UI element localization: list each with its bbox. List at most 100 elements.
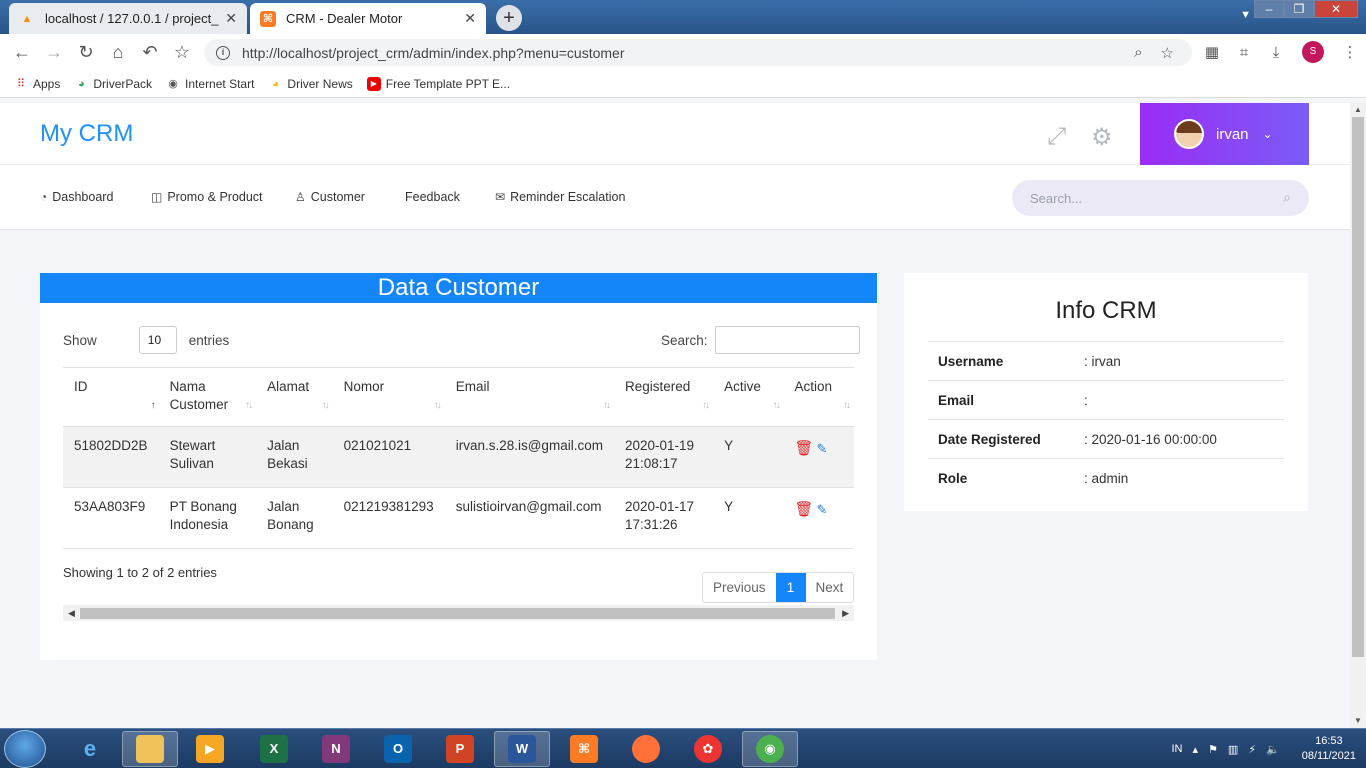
- address-bar[interactable]: i http://localhost/project_crm/admin/ind…: [204, 39, 1192, 66]
- nav-feedback[interactable]: Feedback: [405, 190, 460, 204]
- menu-icon[interactable]: ⋮: [1334, 43, 1366, 61]
- taskbar-outlook[interactable]: O: [370, 731, 426, 767]
- scrollbar-thumb[interactable]: [80, 608, 835, 619]
- new-tab-button[interactable]: +: [496, 5, 522, 31]
- taskbar-app[interactable]: ✿: [680, 731, 736, 767]
- outlook-icon: O: [384, 735, 412, 763]
- reload-icon[interactable]: ↻: [70, 42, 102, 63]
- taskbar-excel[interactable]: X: [246, 731, 302, 767]
- taskbar-chrome[interactable]: ◉: [742, 731, 798, 767]
- col-email[interactable]: Email ↑↓: [444, 367, 614, 427]
- scroll-right-icon[interactable]: ▶: [842, 605, 849, 621]
- undo-icon[interactable]: ↶: [134, 42, 166, 63]
- fullscreen-icon[interactable]: ⤢: [1047, 123, 1066, 151]
- col-action[interactable]: Action ↑↓: [783, 367, 854, 427]
- taskbar: e ▶ X N O P W ⌘ ✿ ◉ IN ▴ ⚑ ▥ ⚡ 🔈 16:53 0…: [0, 728, 1366, 768]
- taskbar-ie[interactable]: e: [62, 731, 118, 767]
- vertical-scrollbar[interactable]: ▲ ▼: [1350, 103, 1366, 728]
- tab-crm-dealer-motor[interactable]: ⌘ CRM - Dealer Motor ✕: [250, 3, 486, 34]
- col-active[interactable]: Active ↑↓: [713, 367, 784, 427]
- taskbar-powerpoint[interactable]: P: [432, 731, 488, 767]
- bookmark-internet-start[interactable]: ◉ Internet Start: [166, 77, 254, 91]
- tab-title: localhost / 127.0.0.1 / project_crm: [45, 11, 219, 26]
- home-icon[interactable]: ⌂: [102, 42, 134, 63]
- trash-icon[interactable]: 🗑: [794, 440, 813, 458]
- page-1-button[interactable]: 1: [775, 573, 806, 602]
- scrollbar-thumb[interactable]: [1352, 117, 1364, 657]
- cell-registered: 2020-01-17 17:31:26: [613, 487, 714, 549]
- taskbar-word[interactable]: W: [494, 731, 550, 767]
- edit-icon[interactable]: ✎: [817, 440, 828, 458]
- nav-dashboard[interactable]: ◔ Dashboard: [40, 190, 113, 204]
- col-alamat[interactable]: Alamat ↑↓: [256, 367, 333, 427]
- col-registered[interactable]: Registered ↑↓: [613, 367, 714, 427]
- col-nama-customer[interactable]: Nama Customer ↑↓: [158, 367, 257, 427]
- edit-icon[interactable]: ✎: [817, 501, 828, 519]
- clock[interactable]: 16:53 08/11/2021: [1302, 734, 1356, 764]
- bookmark-apps[interactable]: ⠿ Apps: [14, 77, 60, 91]
- gear-icon[interactable]: ⚙: [1091, 123, 1113, 152]
- minimize-button[interactable]: ‒: [1254, 0, 1284, 18]
- window-close-button[interactable]: ✕: [1314, 0, 1358, 18]
- sort-icon: ↑↓: [772, 400, 780, 411]
- previous-button[interactable]: Previous: [703, 573, 776, 602]
- show-hidden-icons-icon[interactable]: ▴: [1193, 743, 1199, 756]
- network-icon[interactable]: ▥: [1228, 743, 1238, 756]
- taskbar-media[interactable]: ▶: [182, 731, 238, 767]
- language-indicator[interactable]: IN: [1172, 743, 1183, 755]
- taskbar-xampp[interactable]: ⌘: [556, 731, 612, 767]
- site-info-icon[interactable]: i: [216, 45, 230, 60]
- entries-select[interactable]: 10: [138, 326, 177, 354]
- nav-promo-product[interactable]: ◫ Promo & Product: [151, 190, 263, 204]
- download-icon[interactable]: ⤓: [1260, 44, 1292, 61]
- nav-reminder-escalation[interactable]: ✉ Reminder Escalation: [495, 190, 625, 204]
- cell-nomor: 021021021: [332, 426, 445, 488]
- nav-customer[interactable]: ♙ Customer: [295, 190, 365, 204]
- action-center-icon[interactable]: ⚑: [1208, 743, 1218, 756]
- mail-icon: ✉: [495, 190, 506, 204]
- globe-icon: ◉: [168, 77, 178, 90]
- table-search-input[interactable]: [714, 326, 860, 354]
- zoom-icon[interactable]: ⌕: [1134, 44, 1142, 61]
- power-icon[interactable]: ⚡: [1248, 743, 1256, 756]
- next-button[interactable]: Next: [806, 573, 854, 602]
- col-nomor[interactable]: Nomor ↑↓: [332, 367, 445, 427]
- media-player-icon: ▶: [196, 735, 224, 763]
- bookmark-driverpack[interactable]: ◕ DriverPack: [74, 77, 152, 91]
- search-icon[interactable]: ⌕: [1283, 189, 1291, 206]
- maximize-button[interactable]: ❐: [1284, 0, 1314, 18]
- extensions-icon[interactable]: ▦: [1196, 43, 1228, 61]
- user-menu[interactable]: irvan ⌄: [1140, 103, 1309, 165]
- start-button[interactable]: [4, 730, 46, 768]
- toolbar-right: ▦ ⌗ ⤓ S ⋮: [1196, 34, 1366, 70]
- scroll-left-icon[interactable]: ◀: [68, 605, 75, 621]
- crop-icon[interactable]: ⌗: [1228, 44, 1260, 61]
- bookmark-star-icon[interactable]: ☆: [166, 42, 198, 63]
- taskbar-explorer[interactable]: [122, 731, 178, 767]
- volume-icon[interactable]: 🔈: [1266, 743, 1280, 756]
- col-id[interactable]: ID ↑: [63, 367, 159, 427]
- profile-avatar[interactable]: S: [1302, 41, 1324, 63]
- forward-icon[interactable]: →: [38, 42, 70, 63]
- taskbar-onenote[interactable]: N: [308, 731, 364, 767]
- bookmark-free-template[interactable]: ▶ Free Template PPT E...: [366, 76, 510, 91]
- close-tab-icon[interactable]: ✕: [225, 10, 237, 27]
- star-icon[interactable]: ☆: [1161, 44, 1174, 62]
- back-icon[interactable]: ←: [6, 42, 38, 63]
- scroll-down-icon[interactable]: ▼: [1350, 714, 1366, 728]
- taskbar-firefox[interactable]: [618, 731, 674, 767]
- trash-icon[interactable]: 🗑: [794, 501, 813, 519]
- search-placeholder: Search...: [1030, 190, 1083, 206]
- onenote-icon: N: [322, 735, 350, 763]
- scroll-up-icon[interactable]: ▲: [1350, 103, 1366, 117]
- brand-logo[interactable]: My CRM: [40, 120, 133, 148]
- url-text[interactable]: http://localhost/project_crm/admin/index…: [242, 45, 1134, 61]
- youtube-icon: ▶: [366, 76, 381, 91]
- horizontal-scrollbar[interactable]: ◀ ▶: [63, 605, 854, 621]
- search-input[interactable]: Search... ⌕: [1012, 180, 1309, 216]
- tab-phpmyadmin[interactable]: ▲ localhost / 127.0.0.1 / project_crm ✕: [9, 3, 247, 34]
- product-icon: ◫: [151, 190, 163, 204]
- close-tab-icon[interactable]: ✕: [464, 10, 476, 27]
- tab-search-chevron-icon[interactable]: ▼: [1240, 9, 1251, 21]
- bookmark-driver-news[interactable]: ◕ Driver News: [268, 77, 353, 91]
